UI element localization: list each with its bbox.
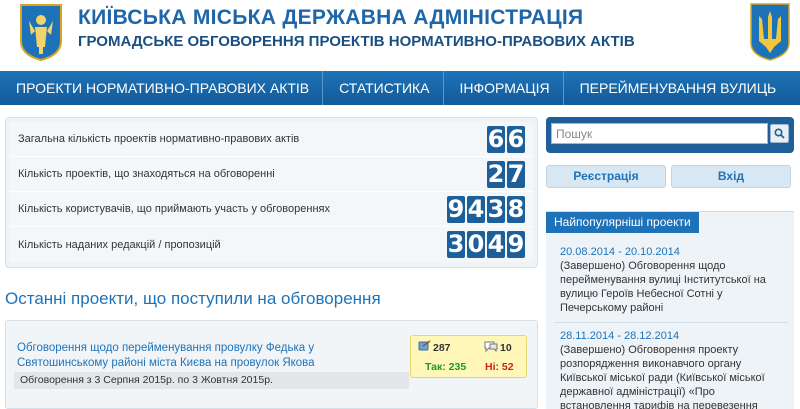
no-votes: Ні: 52: [485, 361, 514, 373]
nav-item-information[interactable]: ІНФОРМАЦІЯ: [444, 71, 564, 105]
comments-icon: [484, 341, 498, 352]
counter-digit: 7: [507, 159, 525, 188]
stat-counter: 3 0 4 9: [447, 231, 525, 258]
popular-item-dates[interactable]: 28.11.2014 - 28.12.2014: [560, 329, 782, 343]
popular-item-text[interactable]: (Завершено) Обговорення проекту розпоряд…: [560, 343, 782, 409]
trident-coat-of-arms-icon: [750, 3, 790, 61]
nav-item-projects[interactable]: ПРОЕКТИ НОРМАТИВНО-ПРАВОВИХ АКТІВ: [0, 71, 324, 105]
yes-votes: Так: 235: [425, 361, 467, 373]
stat-row-proposals: Кількість наданих редакцій / пропозицій …: [10, 227, 533, 262]
counter-digit: 4: [487, 230, 505, 258]
popular-projects-panel: Найпопулярніші проекти 20.08.2014 - 20.1…: [546, 211, 794, 409]
counter-digit: 6: [507, 124, 525, 153]
project-card: Обговорення щодо перейменування провулку…: [5, 320, 538, 409]
stat-label: Кількість проектів, що знаходяться на об…: [18, 168, 275, 180]
login-button[interactable]: Вхід: [671, 165, 791, 188]
search-icon: [774, 128, 785, 139]
nav-item-street-renaming[interactable]: ПЕРЕЙМЕНУВАННЯ ВУЛИЦЬ: [564, 71, 790, 105]
popular-item[interactable]: 28.11.2014 - 28.12.2014 (Завершено) Обго…: [560, 329, 782, 409]
site-subtitle: ГРОМАДСЬКЕ ОБГОВОРЕННЯ ПРОЕКТІВ НОРМАТИВ…: [78, 33, 635, 50]
stat-counter: 2 7: [487, 159, 525, 188]
search-input[interactable]: [551, 123, 768, 144]
section-title: Останні проекти, що поступили на обговор…: [5, 289, 381, 308]
counter-digit: 8: [507, 194, 525, 223]
counter-digit: 6: [487, 124, 505, 153]
stat-row-users: Кількість користувачів, що приймають уча…: [10, 192, 533, 227]
vote-summary: 287 10 Так: 235 Ні: 52: [410, 335, 527, 378]
counter-digit: 4: [467, 194, 485, 223]
comments-count: 10: [500, 342, 512, 354]
stat-label: Кількість користувачів, що приймають уча…: [18, 203, 330, 215]
views-count: 287: [433, 342, 451, 354]
popular-item-dates[interactable]: 20.08.2014 - 20.10.2014: [560, 245, 782, 259]
popular-item[interactable]: 20.08.2014 - 20.10.2014 (Завершено) Обго…: [560, 245, 782, 315]
counter-digit: 3: [447, 230, 465, 258]
views-icon: [418, 340, 431, 351]
counter-digit: 0: [467, 230, 485, 258]
stat-counter: 6 6: [487, 124, 525, 153]
popular-projects-title: Найпопулярніші проекти: [546, 212, 699, 233]
search-button[interactable]: [770, 124, 789, 143]
site-title: КИЇВСЬКА МІСЬКА ДЕРЖАВНА АДМІНІСТРАЦІЯ: [78, 6, 584, 29]
register-button[interactable]: Реєстрація: [546, 165, 666, 188]
counter-digit: 3: [487, 194, 505, 223]
stat-label: Кількість наданих редакцій / пропозицій: [18, 238, 221, 251]
main-nav: ПРОЕКТИ НОРМАТИВНО-ПРАВОВИХ АКТІВ СТАТИС…: [0, 71, 800, 105]
popular-item-text[interactable]: (Завершено) Обговорення щодо перейменува…: [560, 259, 782, 315]
stat-label: Загальна кількість проектів нормативно-п…: [18, 133, 300, 145]
stat-counter: 9 4 3 8: [447, 194, 525, 223]
project-dates: Обговорення з 3 Серпня 2015р. по 3 Жовтн…: [14, 372, 409, 389]
counter-digit: 9: [447, 194, 465, 223]
divider: [554, 322, 788, 323]
counter-digit: 2: [487, 159, 505, 188]
nav-item-statistics[interactable]: СТАТИСТИКА: [323, 71, 444, 105]
search-box: [546, 117, 794, 153]
kyiv-coat-of-arms-icon[interactable]: [19, 3, 63, 61]
counter-digit: 9: [507, 230, 525, 258]
stat-row-total-projects: Загальна кількість проектів нормативно-п…: [10, 122, 533, 157]
page-header: КИЇВСЬКА МІСЬКА ДЕРЖАВНА АДМІНІСТРАЦІЯ Г…: [0, 0, 800, 70]
statistics-panel: Загальна кількість проектів нормативно-п…: [5, 117, 538, 268]
stat-row-in-discussion: Кількість проектів, що знаходяться на об…: [10, 157, 533, 192]
